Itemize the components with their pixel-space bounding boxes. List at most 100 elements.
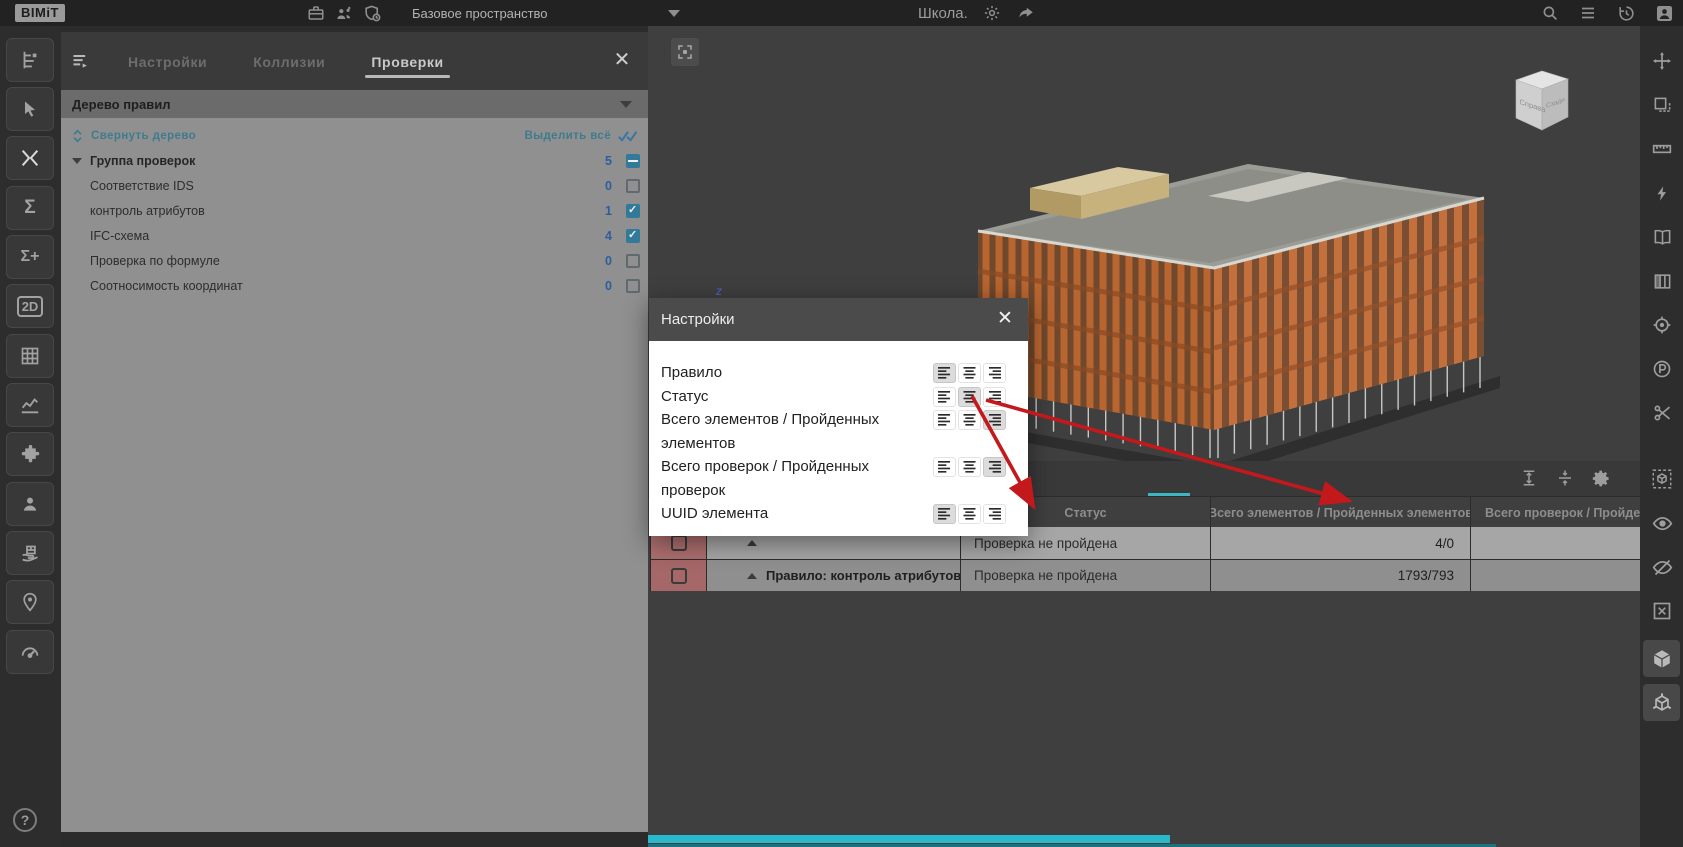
- close-icon[interactable]: ✕: [994, 308, 1016, 330]
- history-icon[interactable]: [1616, 3, 1636, 23]
- row-height-icon[interactable]: [1518, 467, 1540, 489]
- align-right-icon[interactable]: [983, 363, 1006, 383]
- align-right-icon[interactable]: [983, 457, 1006, 477]
- team-icon[interactable]: [334, 3, 354, 23]
- 2d-icon[interactable]: 2D: [6, 284, 54, 328]
- split-rows-icon[interactable]: [1554, 467, 1576, 489]
- chevron-expand-icon[interactable]: [72, 158, 82, 164]
- align-right-icon[interactable]: [983, 387, 1006, 407]
- column-setting-row: Статус: [661, 385, 1011, 409]
- matrix-icon[interactable]: [6, 334, 54, 378]
- rules-tree-dropdown[interactable]: Дерево правил: [61, 90, 648, 118]
- help-button[interactable]: ?: [13, 808, 37, 832]
- row-checkbox[interactable]: [671, 535, 687, 551]
- chart-icon[interactable]: [6, 383, 54, 427]
- list-icon[interactable]: [1578, 3, 1598, 23]
- tree-checkbox[interactable]: [626, 254, 640, 268]
- workspace-label: Базовое пространство: [412, 6, 548, 21]
- tree-checkbox[interactable]: [626, 279, 640, 293]
- ruler-icon[interactable]: [1649, 136, 1675, 162]
- isolate-icon[interactable]: [1649, 466, 1675, 492]
- tree-row[interactable]: Соответствие IDS 0: [61, 173, 648, 198]
- person-pin-icon[interactable]: [6, 580, 54, 624]
- plugin-icon[interactable]: [6, 432, 54, 476]
- workspace-selector[interactable]: Базовое пространство: [412, 6, 680, 21]
- sum-plus-icon[interactable]: Σ+: [6, 235, 54, 279]
- align-center-icon[interactable]: [958, 457, 981, 477]
- align-center-icon[interactable]: [958, 504, 981, 524]
- expand-icon[interactable]: [671, 38, 699, 66]
- tree-row[interactable]: контроль атрибутов 1: [61, 198, 648, 223]
- tree-row[interactable]: IFC-схема 4: [61, 223, 648, 248]
- align-right-icon[interactable]: [983, 410, 1006, 430]
- hide-eye-icon[interactable]: [1649, 554, 1675, 580]
- search-icon[interactable]: [1540, 3, 1560, 23]
- tree-checkbox[interactable]: [626, 229, 640, 243]
- shield-clock-icon[interactable]: [362, 3, 382, 23]
- align-left-icon[interactable]: [933, 457, 956, 477]
- delivery-icon[interactable]: [6, 531, 54, 575]
- tree-row[interactable]: Соотносимость координат 0: [61, 273, 648, 298]
- select-cursor-icon[interactable]: [6, 87, 54, 131]
- column-header-elements[interactable]: Всего элементов / Пройденных элементов: [1210, 497, 1470, 528]
- tab-settings[interactable]: Настройки: [116, 42, 219, 80]
- left-toolbar-rail: Σ Σ+ 2D ?: [0, 26, 61, 847]
- section-cut-icon[interactable]: [1649, 400, 1675, 426]
- select-all-button[interactable]: Выделить всё: [525, 129, 639, 143]
- tree-checkbox[interactable]: [626, 154, 640, 168]
- align-toggle-group: [933, 387, 1006, 407]
- clash-icon[interactable]: [6, 136, 54, 180]
- remove-box-icon[interactable]: [1649, 598, 1675, 624]
- chevron-down-icon: [668, 10, 680, 17]
- bimit-app: BIMiT Базовое пространство Школа.: [0, 0, 1683, 847]
- tree-checkbox[interactable]: [626, 179, 640, 193]
- double-check-icon: [617, 129, 639, 143]
- show-eye-icon[interactable]: [1649, 510, 1675, 536]
- collapse-panel-icon[interactable]: [71, 51, 91, 71]
- tree-row-group[interactable]: Группа проверок 5: [61, 148, 648, 173]
- tree-toolbar: Свернуть дерево Выделить всё: [61, 124, 648, 148]
- column-setting-row: UUID элемента: [661, 502, 1011, 526]
- tree-checkbox[interactable]: [626, 204, 640, 218]
- share-icon[interactable]: [1016, 3, 1036, 23]
- user-icon[interactable]: [6, 482, 54, 526]
- layers-icon[interactable]: [1649, 92, 1675, 118]
- align-center-icon[interactable]: [958, 410, 981, 430]
- align-left-icon[interactable]: [933, 387, 956, 407]
- target-icon[interactable]: [1649, 312, 1675, 338]
- select-all-label: Выделить всё: [525, 130, 611, 142]
- gauge-icon[interactable]: [6, 630, 54, 674]
- align-right-icon[interactable]: [983, 504, 1006, 524]
- close-icon[interactable]: ✕: [610, 48, 634, 72]
- briefcase-icon[interactable]: [306, 3, 326, 23]
- row-checkbox[interactable]: [671, 568, 687, 584]
- table-row[interactable]: Правило: контроль атрибутов Проверка не …: [648, 559, 1640, 591]
- align-left-icon[interactable]: [933, 363, 956, 383]
- column-header-checks[interactable]: Всего проверок / Пройде: [1470, 497, 1640, 528]
- align-left-icon[interactable]: [933, 410, 956, 430]
- gear-icon[interactable]: [982, 3, 1002, 23]
- sum-icon[interactable]: Σ: [6, 186, 54, 230]
- model-tree-icon[interactable]: [6, 38, 54, 82]
- parking-icon[interactable]: [1649, 356, 1675, 382]
- tab-collisions[interactable]: Коллизии: [241, 42, 337, 80]
- collapse-tree-button[interactable]: Свернуть дерево: [72, 129, 196, 143]
- table-columns-icon[interactable]: [1649, 268, 1675, 294]
- solid-cube-icon[interactable]: [1643, 640, 1680, 677]
- tab-checks[interactable]: Проверки: [359, 42, 455, 80]
- account-icon[interactable]: [1654, 3, 1674, 23]
- align-left-icon[interactable]: [933, 504, 956, 524]
- lightning-icon[interactable]: [1649, 180, 1675, 206]
- nav-cube[interactable]: Справа Сзади: [1510, 60, 1574, 138]
- align-toggle-group: [933, 410, 1006, 430]
- axes-cube-icon[interactable]: [1643, 684, 1680, 721]
- align-center-icon[interactable]: [958, 387, 981, 407]
- collapse-row-icon[interactable]: [747, 573, 757, 579]
- book-icon[interactable]: [1649, 224, 1675, 250]
- navigation-icon[interactable]: [1649, 48, 1675, 74]
- align-center-icon[interactable]: [958, 363, 981, 383]
- modal-header[interactable]: Настройки ✕: [649, 298, 1028, 341]
- tree-row[interactable]: Проверка по формуле 0: [61, 248, 648, 273]
- collapse-row-icon[interactable]: [747, 540, 757, 546]
- settings-gear-icon[interactable]: [1590, 467, 1612, 489]
